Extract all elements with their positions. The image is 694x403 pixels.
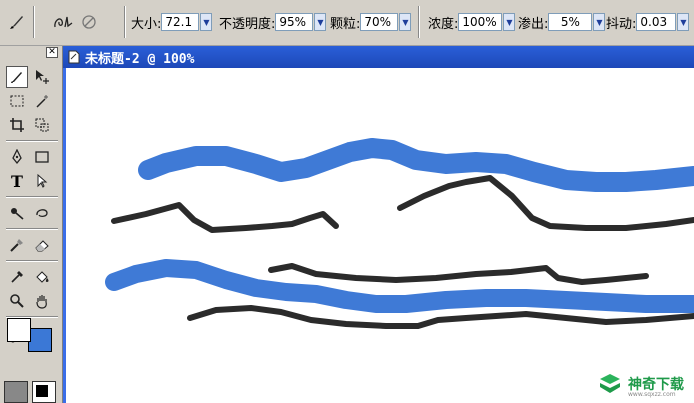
- separator: [33, 6, 35, 38]
- slice-tool-icon[interactable]: [31, 114, 53, 136]
- brush-tool-icon[interactable]: [6, 66, 28, 88]
- opacity-dropdown-arrow-icon[interactable]: ▼: [314, 13, 327, 31]
- background-color-fill: [29, 329, 51, 351]
- standard-mode-icon[interactable]: [4, 381, 28, 403]
- separator: [418, 6, 420, 38]
- eyedropper-icon[interactable]: [6, 266, 28, 288]
- bleed-dropdown-arrow-icon[interactable]: ▼: [593, 13, 606, 31]
- brush-preset-icon[interactable]: [50, 10, 76, 34]
- pen-tool-icon[interactable]: [6, 146, 28, 168]
- marquee-tool-icon[interactable]: [6, 90, 28, 112]
- watermark-logo-icon: [600, 374, 620, 393]
- watermark: 神奇下载 www.sqxzz.com: [598, 373, 684, 398]
- separator: [6, 140, 58, 142]
- opacity-label: 不透明度:: [219, 16, 276, 32]
- grain-dropdown-arrow-icon[interactable]: ▼: [399, 13, 412, 31]
- separator: [6, 260, 58, 262]
- close-icon[interactable]: ✕: [46, 47, 58, 58]
- concentration-dropdown-arrow-icon[interactable]: ▼: [503, 13, 516, 31]
- jitter-control: 抖动: 0.03 ▼: [606, 11, 690, 33]
- document-icon: [68, 50, 80, 64]
- document-title-bar[interactable]: 未标题-2 @ 100%: [63, 46, 694, 68]
- jitter-label: 抖动:: [606, 16, 637, 32]
- separator: [6, 228, 58, 230]
- grain-control: 颗粒: 70% ▼: [330, 11, 412, 33]
- pointer-tool-icon[interactable]: [31, 170, 53, 192]
- watermark-url: www.sqxzz.com: [628, 391, 676, 398]
- jitter-dropdown-arrow-icon[interactable]: ▼: [677, 13, 690, 31]
- jitter-input[interactable]: 0.03: [636, 13, 677, 31]
- size-input[interactable]: 72.1: [161, 13, 200, 31]
- size-label: 大小:: [131, 16, 162, 32]
- text-tool-icon[interactable]: T: [6, 170, 28, 192]
- magic-wand-icon[interactable]: [31, 90, 53, 112]
- black-stroke-1: [111, 202, 339, 233]
- background-color-swatch[interactable]: [28, 328, 52, 352]
- eraser-tool-icon[interactable]: [31, 234, 53, 256]
- brush-strokes: [105, 138, 694, 329]
- black-stroke-3: [268, 263, 649, 285]
- bleed-input[interactable]: 5%: [548, 13, 593, 31]
- hand-tool-icon[interactable]: [31, 290, 53, 312]
- concentration-label: 浓度:: [428, 16, 459, 32]
- toolbox-header: ✕: [0, 46, 62, 59]
- crop-tool-icon[interactable]: [6, 114, 28, 136]
- paint-bucket-icon[interactable]: [31, 266, 53, 288]
- airbrush-icon[interactable]: [76, 10, 102, 34]
- concentration-input[interactable]: 100%: [458, 13, 503, 31]
- grain-input[interactable]: 70%: [360, 13, 399, 31]
- lasso-tool-icon[interactable]: [31, 202, 53, 224]
- blue-stroke-2: [105, 259, 694, 313]
- separator: [124, 6, 126, 38]
- brush-tool-icon[interactable]: [4, 10, 30, 34]
- drawing-canvas[interactable]: 神奇下载 www.sqxzz.com: [63, 68, 694, 403]
- size-dropdown-arrow-icon[interactable]: ▼: [200, 13, 213, 31]
- opacity-control: 不透明度: 95% ▼: [219, 11, 327, 33]
- document-title: 未标题-2 @ 100%: [85, 51, 195, 67]
- bleed-label: 渗出:: [518, 16, 549, 32]
- paint-brush-icon[interactable]: [6, 234, 28, 256]
- separator: [6, 196, 58, 198]
- document-window: 未标题-2 @ 100% 神奇下载 www.sqxzz.com: [63, 46, 694, 403]
- rectangle-tool-icon[interactable]: [31, 146, 53, 168]
- size-control: 大小: 72.1 ▼: [131, 11, 213, 33]
- concentration-control: 浓度: 100% ▼: [428, 11, 516, 33]
- grain-label: 颗粒:: [330, 16, 361, 32]
- foreground-color-swatch[interactable]: [7, 318, 31, 342]
- toolbox-panel: ✕ T: [0, 46, 63, 403]
- zoom-tool-icon[interactable]: [6, 290, 28, 312]
- mask-mode-icon[interactable]: [32, 381, 56, 403]
- knife-tool-icon[interactable]: [6, 202, 28, 224]
- move-tool-icon[interactable]: [31, 66, 53, 88]
- options-bar: 大小: 72.1 ▼ 不透明度: 95% ▼ 颗粒: 70% ▼ 浓度: 100…: [0, 0, 694, 46]
- blue-stroke-1: [138, 138, 694, 192]
- opacity-input[interactable]: 95%: [275, 13, 314, 31]
- bleed-control: 渗出: 5% ▼: [518, 11, 606, 33]
